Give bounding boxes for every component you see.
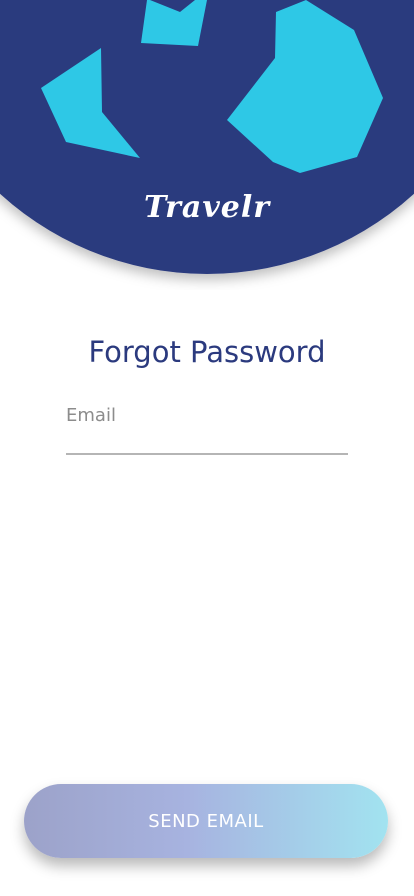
- email-input[interactable]: [66, 399, 348, 431]
- email-field[interactable]: [66, 395, 348, 455]
- forgot-password-screen: Travelr Forgot Password SEND EMAIL: [0, 0, 414, 896]
- send-email-button[interactable]: SEND EMAIL: [24, 784, 388, 858]
- page-title: Forgot Password: [88, 335, 326, 370]
- globe-illustration: [0, 0, 414, 274]
- globe-header: Travelr: [0, 0, 414, 290]
- brand-logo: Travelr: [143, 190, 271, 225]
